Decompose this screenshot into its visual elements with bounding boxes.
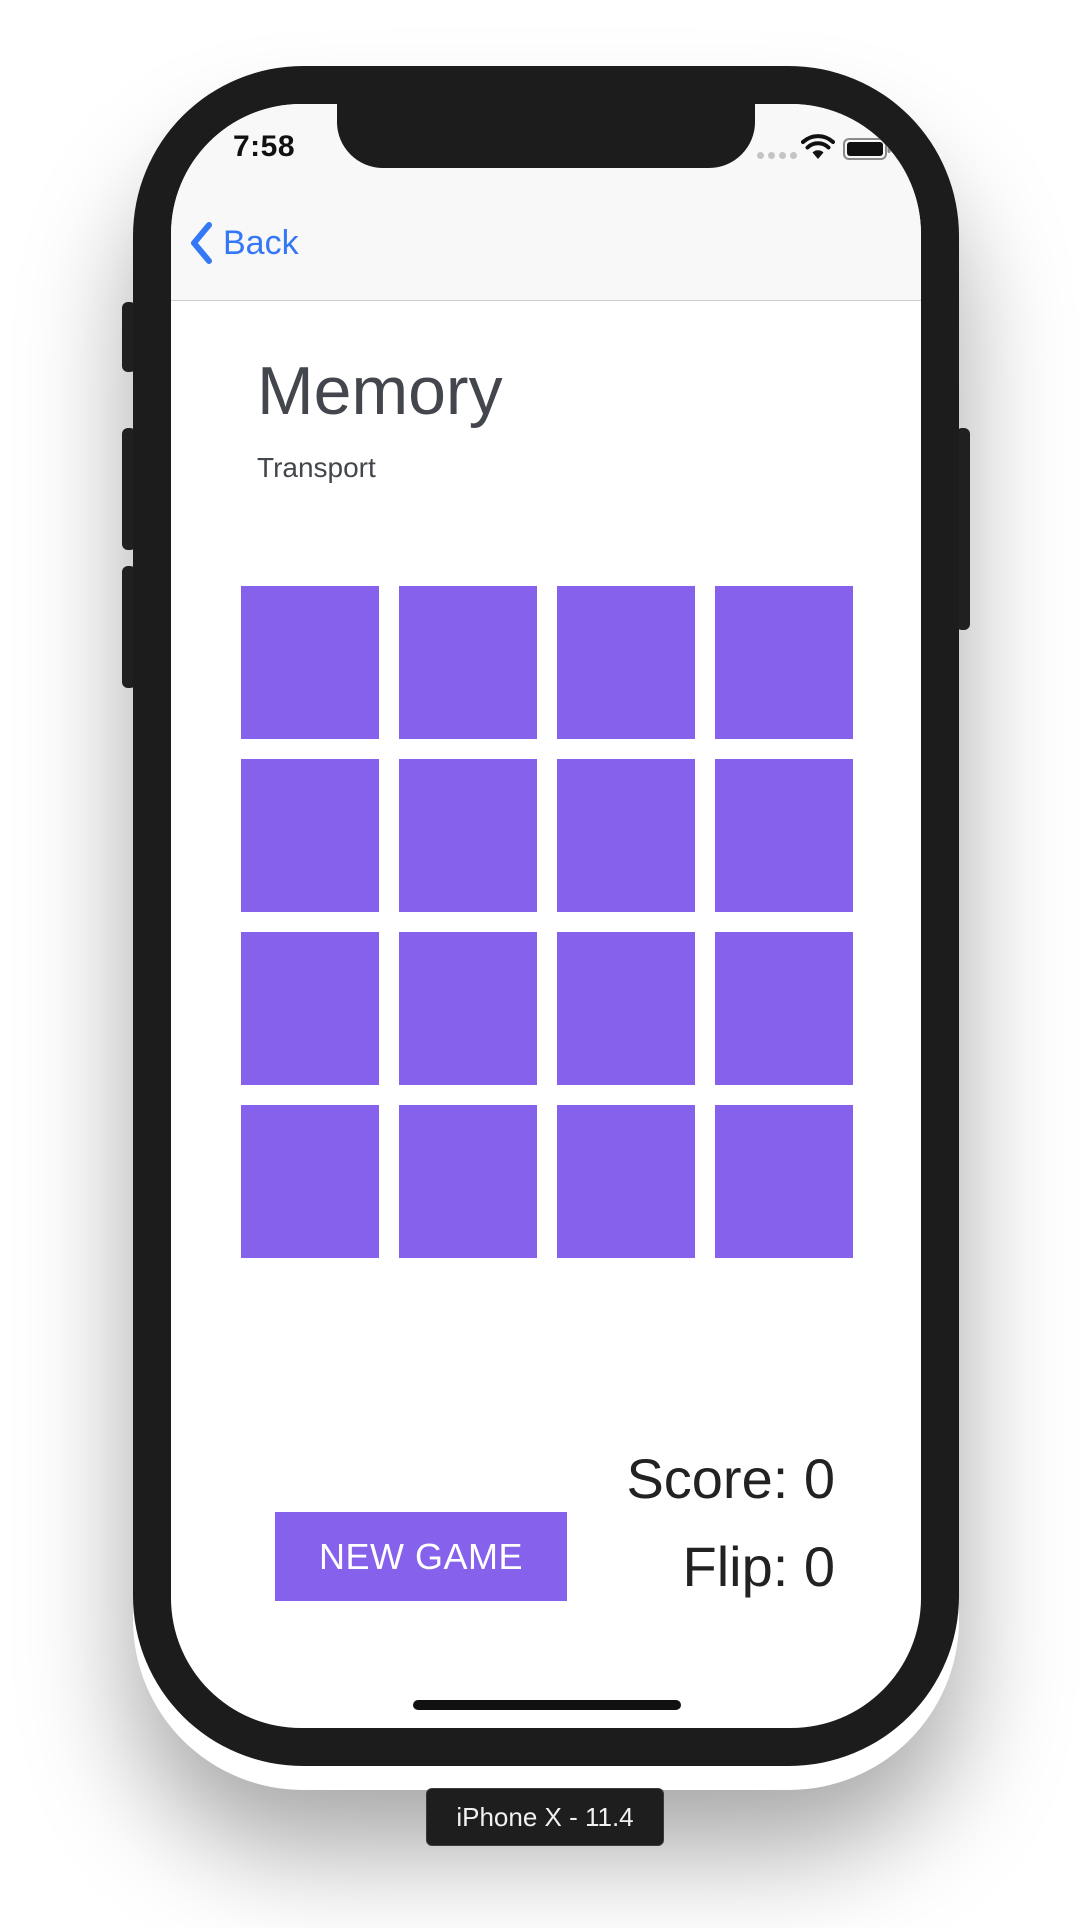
back-label: Back (223, 223, 299, 262)
wifi-icon (801, 134, 835, 159)
memory-card[interactable] (715, 1105, 853, 1258)
home-indicator[interactable] (413, 1700, 681, 1710)
device-notch (337, 104, 755, 168)
back-button[interactable]: Back (187, 220, 299, 266)
memory-card[interactable] (399, 759, 537, 912)
simulator-stage: 7:58 Back Memory Transport Score: 0 NEW … (0, 0, 1090, 1928)
cellular-signal-icon (757, 152, 797, 159)
memory-card[interactable] (557, 1105, 695, 1258)
device-screen: 7:58 Back Memory Transport Score: 0 NEW … (171, 104, 921, 1728)
card-grid (241, 586, 853, 1258)
memory-card[interactable] (241, 1105, 379, 1258)
battery-icon (843, 138, 891, 160)
device-frame: 7:58 Back Memory Transport Score: 0 NEW … (133, 66, 959, 1766)
memory-card[interactable] (399, 1105, 537, 1258)
memory-card[interactable] (715, 759, 853, 912)
memory-card[interactable] (241, 932, 379, 1085)
memory-card[interactable] (399, 932, 537, 1085)
navigation-bar: Back (171, 192, 921, 301)
memory-card[interactable] (241, 759, 379, 912)
simulator-device-label: iPhone X - 11.4 (426, 1788, 664, 1846)
memory-card[interactable] (241, 586, 379, 739)
memory-card[interactable] (399, 586, 537, 739)
flip-count-label: Flip: 0 (682, 1535, 836, 1598)
chevron-left-icon (191, 222, 212, 264)
memory-card[interactable] (557, 932, 695, 1085)
page-title: Memory (257, 353, 503, 429)
category-subtitle: Transport (257, 452, 376, 483)
status-time: 7:58 (233, 130, 296, 163)
new-game-button[interactable]: NEW GAME (275, 1512, 567, 1601)
memory-card[interactable] (715, 586, 853, 739)
memory-card[interactable] (557, 759, 695, 912)
memory-card[interactable] (557, 586, 695, 739)
memory-card[interactable] (715, 932, 853, 1085)
score-label: Score: 0 (626, 1447, 835, 1510)
